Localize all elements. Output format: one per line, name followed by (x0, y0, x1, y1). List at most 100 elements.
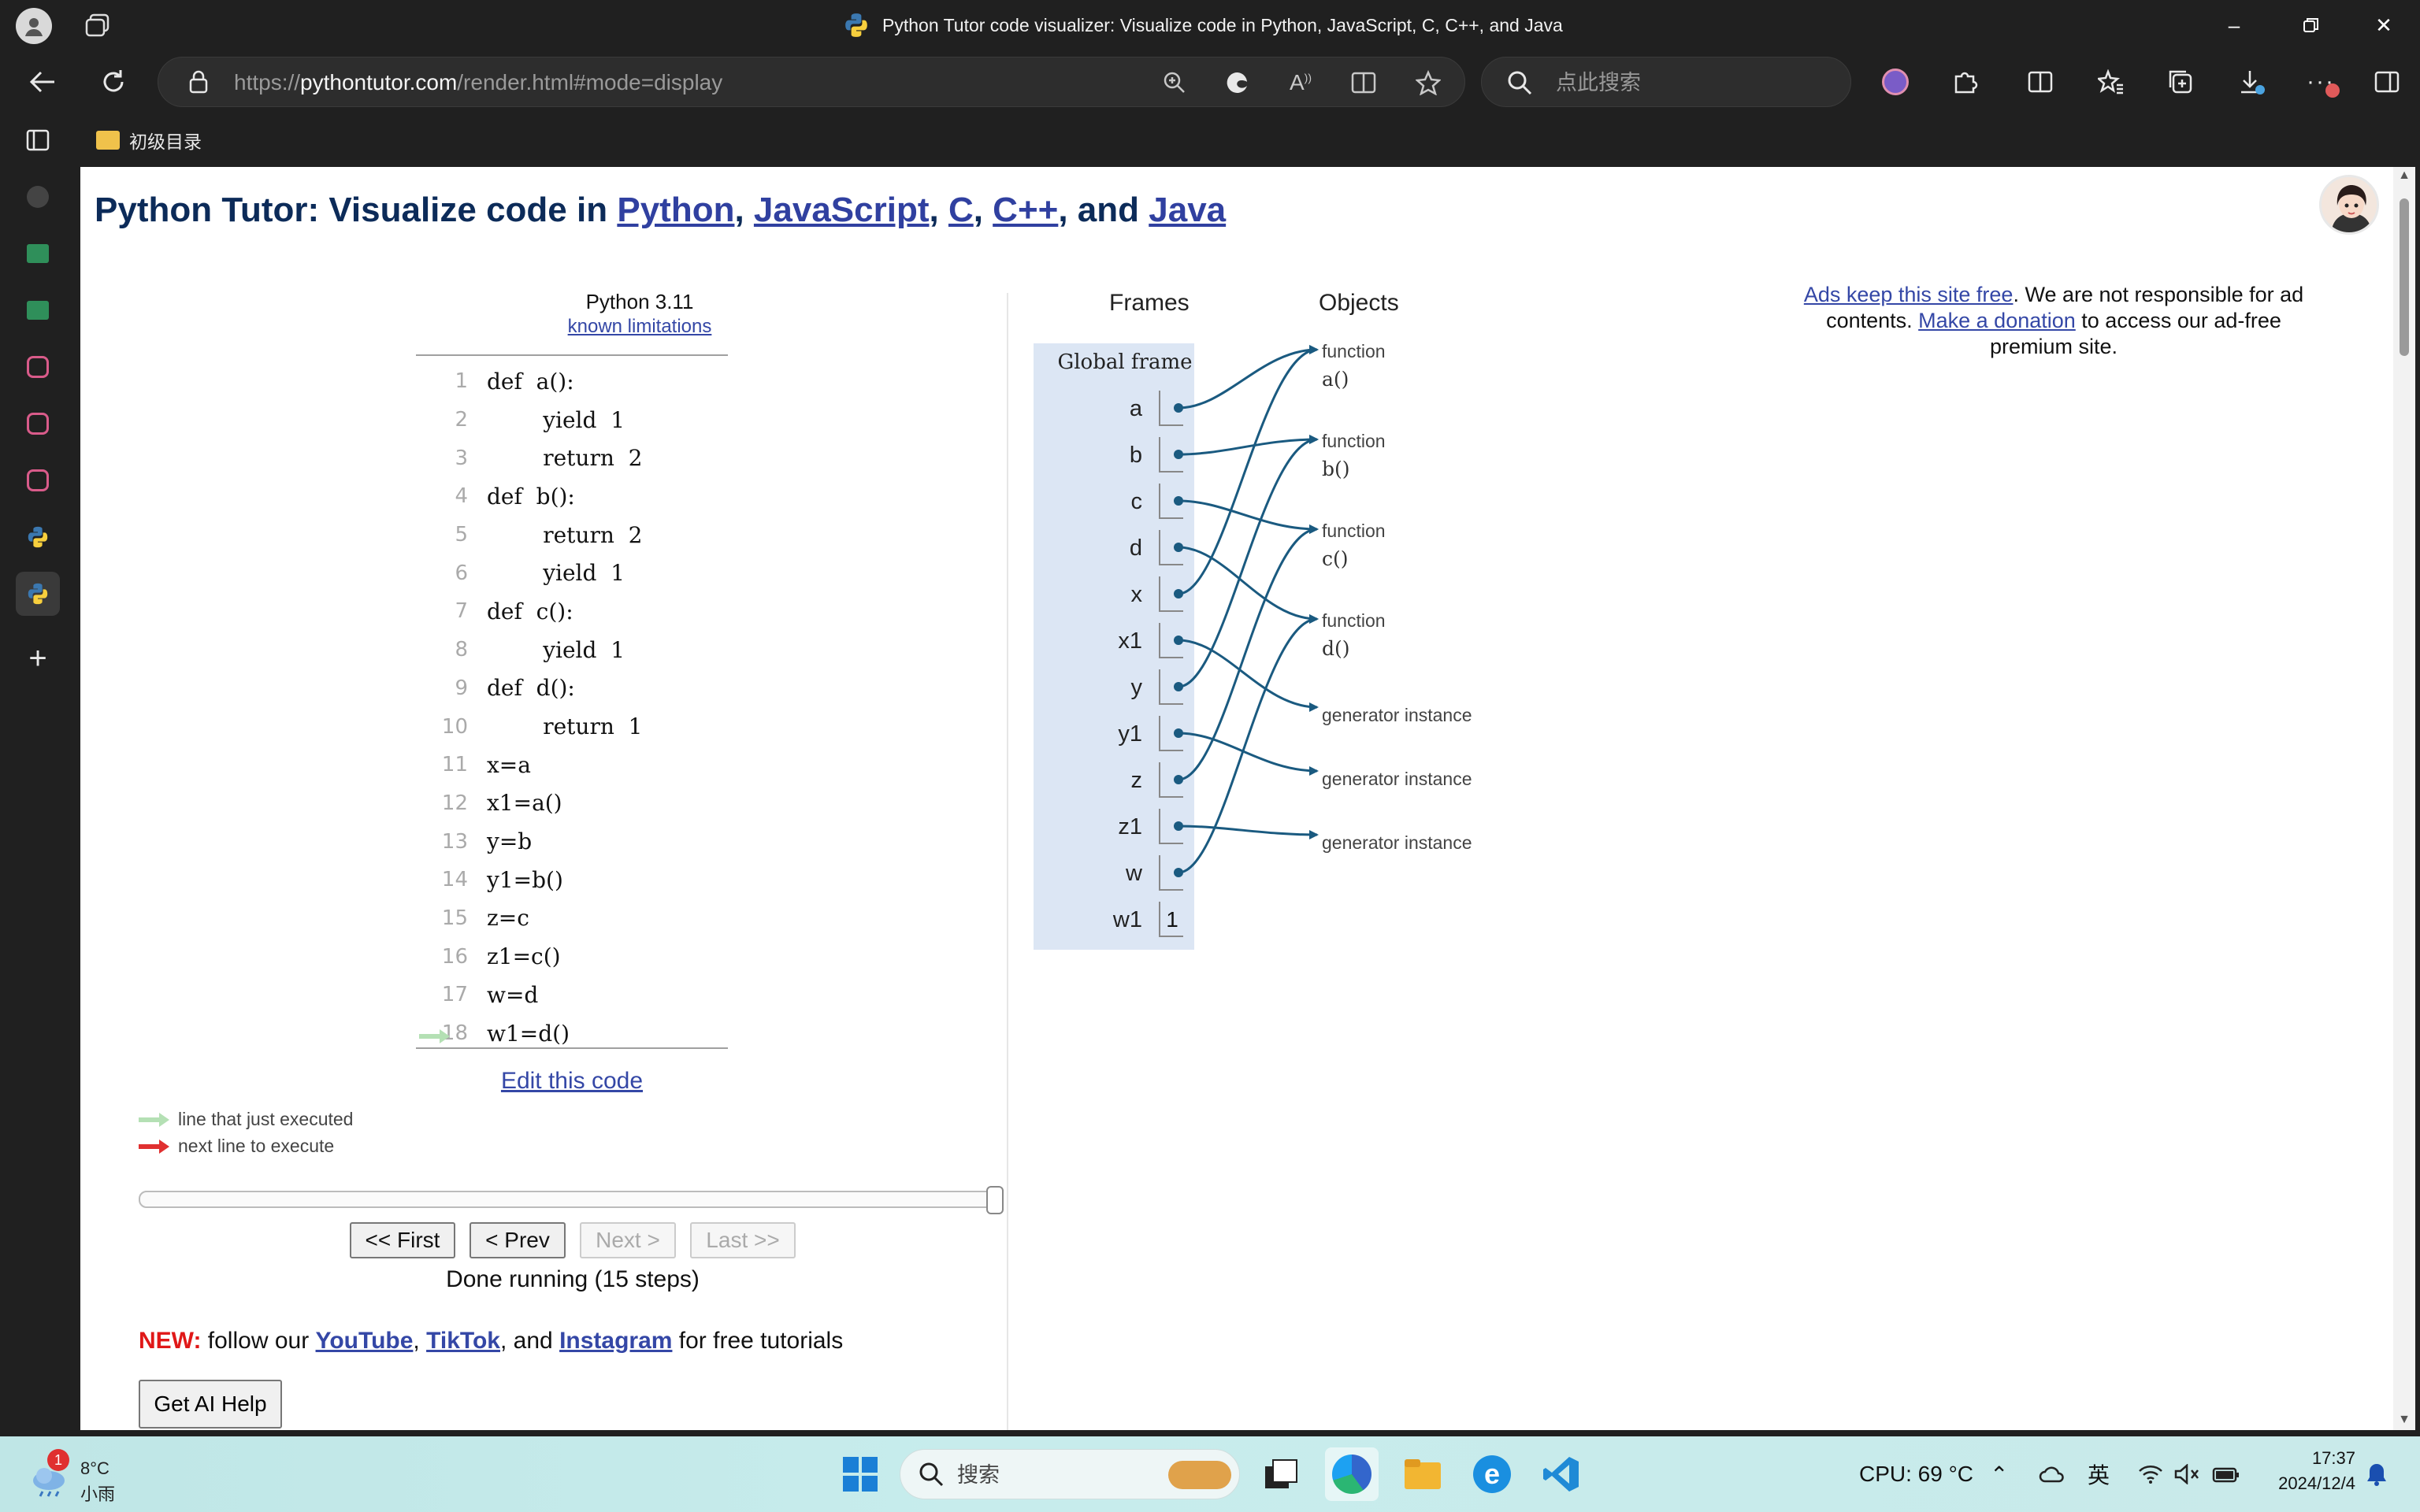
start-icon[interactable] (833, 1447, 887, 1501)
frame-title: Global frame (1057, 350, 1192, 374)
var-name-y: y (1131, 675, 1143, 700)
browser-toolbar: https://pythontutor.com/render.html#mode… (0, 50, 2420, 113)
window-title: Python Tutor code visualizer: Visualize … (843, 0, 1563, 50)
scrollbar-thumb[interactable] (2400, 198, 2409, 356)
speaker-muted-icon[interactable] (2174, 1436, 2201, 1512)
profile-icon[interactable] (16, 8, 52, 44)
search-icon (1508, 71, 1532, 95)
var-name-z1: z1 (1118, 814, 1142, 839)
ads-notice: Ads keep this site free. We are not resp… (1803, 283, 2304, 358)
pointer-arrow-y (1178, 435, 1319, 688)
var-name-z: z (1131, 768, 1143, 793)
task-view-icon[interactable] (1254, 1447, 1308, 1501)
downloads-icon[interactable] (2229, 60, 2273, 104)
var-name-d: d (1130, 536, 1142, 561)
window-title-text: Python Tutor code visualizer: Visualize … (882, 14, 1563, 35)
var-name-w1: w1 (1112, 907, 1142, 932)
object-name: c() (1322, 547, 1349, 570)
vscode-icon[interactable] (1535, 1447, 1588, 1501)
var-name-c: c (1131, 489, 1143, 514)
object-name: d() (1322, 637, 1350, 660)
lock-icon[interactable] (185, 69, 212, 95)
scroll-up-icon[interactable]: ▲ (2396, 169, 2412, 184)
taskbar-search[interactable]: 搜索 (900, 1449, 1240, 1499)
object-kind: generator instance (1322, 769, 1472, 789)
weather-widget[interactable]: 1 8°C 小雨 (27, 1449, 137, 1504)
var-name-x: x (1131, 582, 1143, 607)
ime-indicator[interactable]: 英 (2088, 1436, 2110, 1512)
donation-link[interactable]: Make a donation (1918, 309, 2076, 332)
tab-python-icon-active[interactable] (16, 572, 60, 616)
tab-python-icon[interactable] (16, 515, 60, 559)
tab-app-icon[interactable] (16, 345, 60, 389)
url-text[interactable]: https://pythontutor.com/render.html#mode… (234, 57, 722, 108)
wifi-icon[interactable] (2138, 1436, 2163, 1512)
global-frame-box (1034, 343, 1194, 950)
object-kind: generator instance (1322, 705, 1472, 725)
var-name-w: w (1125, 861, 1143, 886)
notification-bell-icon[interactable] (2365, 1436, 2388, 1512)
extensions-icon[interactable] (1943, 60, 1987, 104)
object-kind: function (1322, 431, 1386, 451)
sidebar-toggle-icon[interactable] (2365, 60, 2409, 104)
search-box[interactable]: 点此搜索 (1481, 57, 1851, 107)
var-name-x1: x1 (1118, 628, 1142, 654)
favorite-star-icon[interactable] (1411, 65, 1446, 100)
back-button[interactable] (20, 60, 65, 104)
python-logo-icon (845, 13, 867, 37)
copilot-avatar-icon[interactable] (1873, 60, 1917, 104)
object-kind: generator instance (1322, 832, 1472, 853)
more-menu-icon[interactable]: ··· (2299, 60, 2343, 104)
object-name: b() (1322, 458, 1350, 480)
tab-book-icon-2[interactable] (16, 288, 60, 332)
var-value: 1 (1166, 907, 1178, 932)
show-hidden-icons[interactable]: ⌃ (1990, 1436, 2008, 1512)
weather-temp: 8°C (80, 1458, 109, 1478)
close-button[interactable]: ✕ (2348, 0, 2420, 50)
ads-link[interactable]: Ads keep this site free (1804, 283, 2014, 306)
immersive-reader-icon[interactable] (1346, 65, 1381, 100)
bookmarks-bar: 初级目录 (71, 113, 2420, 167)
search-icon (919, 1462, 944, 1487)
tab-app-icon-2[interactable] (16, 402, 60, 446)
object-kind: function (1322, 610, 1386, 631)
edge-sidebar: + (0, 113, 76, 1436)
globe-icon[interactable] (16, 175, 60, 219)
restore-button[interactable] (2275, 0, 2348, 50)
edge-taskbar-icon[interactable] (1325, 1447, 1379, 1501)
object-kind: function (1322, 341, 1386, 361)
edge-copilot-icon[interactable] (1220, 65, 1255, 100)
search-placeholder: 点此搜索 (1556, 71, 1641, 94)
address-bar[interactable]: https://pythontutor.com/render.html#mode… (158, 57, 1465, 107)
weather-desc: 小雨 (80, 1484, 116, 1504)
refresh-button[interactable] (91, 60, 135, 104)
favorites-icon[interactable] (2089, 60, 2133, 104)
zoom-icon[interactable] (1157, 65, 1192, 100)
battery-icon[interactable] (2212, 1436, 2240, 1512)
cpu-temp: CPU: 69 °C (1859, 1462, 1974, 1486)
file-explorer-icon[interactable] (1396, 1447, 1449, 1501)
tab-book-icon[interactable] (16, 232, 60, 276)
weather-badge: 1 (47, 1449, 69, 1471)
pointer-arrow-a (1178, 345, 1319, 410)
title-bar: Python Tutor code visualizer: Visualize … (0, 0, 2420, 50)
clock[interactable]: 17:37 2024/12/4 (2261, 1446, 2355, 1496)
tab-actions-icon[interactable] (16, 118, 60, 162)
scroll-down-icon[interactable]: ▼ (2396, 1413, 2412, 1429)
taskbar-search-label: 搜索 (957, 1463, 1000, 1487)
page-scrollbar[interactable]: ▲ ▼ (2393, 167, 2415, 1430)
clock-date: 2024/12/4 (2278, 1473, 2355, 1493)
new-tab-icon[interactable]: + (16, 636, 60, 680)
pointer-arrow-x1 (1178, 639, 1319, 712)
split-screen-icon[interactable] (2018, 60, 2062, 104)
search-highlight-icon (1168, 1461, 1231, 1489)
bookmark-folder[interactable]: 初级目录 (96, 124, 202, 156)
workspaces-icon[interactable] (82, 11, 113, 39)
ie-edge-icon[interactable]: e (1465, 1447, 1519, 1501)
collections-icon[interactable] (2158, 60, 2203, 104)
minimize-button[interactable]: – (2198, 0, 2270, 50)
read-aloud-icon[interactable]: A)) (1283, 65, 1318, 100)
tab-app-icon-3[interactable] (16, 458, 60, 502)
onedrive-icon[interactable] (2039, 1436, 2066, 1512)
var-name-y1: y1 (1118, 721, 1142, 747)
